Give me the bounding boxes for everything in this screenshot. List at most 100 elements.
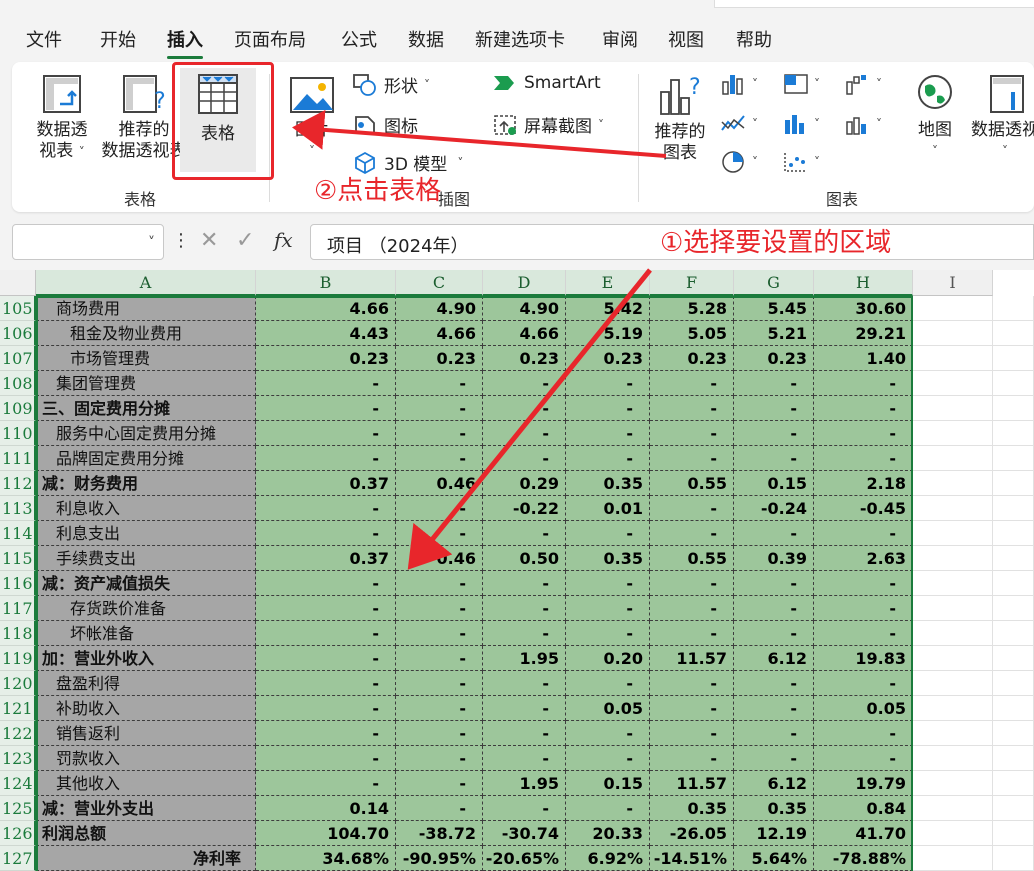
table-cell[interactable]: 1.40 [814,346,913,371]
table-cell[interactable]: - [814,521,913,546]
table-cell-empty[interactable] [913,796,993,821]
table-cell[interactable]: 0.46 [396,546,483,571]
table-cell-empty[interactable] [913,446,993,471]
table-cell[interactable]: - [256,571,396,596]
table-cell[interactable]: - [734,746,814,771]
table-cell-empty[interactable] [993,846,1034,871]
table-cell-empty[interactable] [993,346,1034,371]
table-cell[interactable]: - [566,596,650,621]
table-cell[interactable]: 0.35 [566,546,650,571]
table-cell[interactable]: - [256,646,396,671]
table-row-label[interactable]: 利润总额 [36,821,256,846]
table-cell[interactable]: -38.72 [396,821,483,846]
table-cell[interactable]: 0.05 [814,696,913,721]
table-cell[interactable]: - [650,371,734,396]
table-cell[interactable]: 0.50 [483,546,566,571]
table-cell-empty[interactable] [913,846,993,871]
table-cell[interactable]: - [734,396,814,421]
table-cell[interactable]: - [483,396,566,421]
table-cell[interactable]: 34.68% [256,846,396,871]
table-cell[interactable]: 5.19 [566,321,650,346]
table-row-label[interactable]: 减：资产减值损失 [36,571,256,596]
table-cell[interactable]: 6.12 [734,771,814,796]
table-cell[interactable]: 30.60 [814,296,913,321]
table-cell[interactable]: 0.37 [256,546,396,571]
table-cell[interactable]: - [396,596,483,621]
table-cell[interactable]: - [396,371,483,396]
more-icon[interactable]: ⋮ [172,230,190,251]
column-header-col-b[interactable]: B [256,270,396,296]
table-cell[interactable]: - [734,521,814,546]
table-cell[interactable]: 0.20 [566,646,650,671]
tab-insert[interactable]: 插入 [167,26,203,59]
row-header[interactable]: 115 [0,546,36,571]
table-cell[interactable]: - [566,746,650,771]
table-cell[interactable]: - [483,796,566,821]
table-cell[interactable]: - [396,621,483,646]
row-header[interactable]: 125 [0,796,36,821]
table-cell[interactable]: - [734,446,814,471]
table-row-label[interactable]: 集团管理费 [36,371,256,396]
table-cell-empty[interactable] [913,821,993,846]
table-cell-empty[interactable] [993,646,1034,671]
table-cell-empty[interactable] [913,696,993,721]
table-cell[interactable]: - [650,696,734,721]
tab-formulas[interactable]: 公式 [341,26,377,52]
table-cell[interactable]: 1.95 [483,771,566,796]
row-header[interactable]: 112 [0,471,36,496]
table-cell[interactable]: -90.95% [396,846,483,871]
table-cell[interactable]: - [483,446,566,471]
table-cell[interactable]: 5.05 [650,321,734,346]
table-cell[interactable]: - [734,421,814,446]
table-cell[interactable]: 4.43 [256,321,396,346]
table-cell[interactable]: 0.37 [256,471,396,496]
row-header[interactable]: 113 [0,496,36,521]
table-cell[interactable]: 11.57 [650,771,734,796]
table-row-label[interactable]: 减：营业外支出 [36,796,256,821]
table-cell-empty[interactable] [993,296,1034,321]
table-cell[interactable]: - [734,671,814,696]
row-header[interactable]: 120 [0,671,36,696]
hierarchy-chart-button[interactable]: ˅ [782,72,820,96]
table-cell[interactable]: - [483,521,566,546]
table-cell-empty[interactable] [913,646,993,671]
table-cell[interactable]: 0.05 [566,696,650,721]
table-cell[interactable]: -0.45 [814,496,913,521]
table-cell-empty[interactable] [993,496,1034,521]
table-cell[interactable]: - [650,621,734,646]
pivot-table-button[interactable]: 数据透 视表 ˅ [32,72,92,163]
table-row-label[interactable]: 存货跌价准备 [36,596,256,621]
table-cell[interactable]: 1.95 [483,646,566,671]
table-cell-empty[interactable] [993,421,1034,446]
table-cell[interactable]: - [256,421,396,446]
table-cell[interactable]: - [396,421,483,446]
table-cell[interactable]: 2.18 [814,471,913,496]
table-cell[interactable]: - [256,696,396,721]
table-cell-empty[interactable] [913,671,993,696]
table-row-label[interactable]: 罚款收入 [36,746,256,771]
tab-data[interactable]: 数据 [408,26,444,52]
row-header[interactable]: 114 [0,521,36,546]
table-cell[interactable]: 19.83 [814,646,913,671]
worksheet-grid[interactable]: A B C D E F G H I 105 商场费用 4.66 4.90 4.90 5.42 5.28 5.45… [0,270,1034,871]
table-cell[interactable]: - [396,746,483,771]
column-header-col-f[interactable]: F [650,270,734,296]
table-cell[interactable]: - [483,596,566,621]
column-header-col-a[interactable]: A [36,270,256,296]
table-cell[interactable]: - [650,596,734,621]
table-cell[interactable]: - [256,771,396,796]
table-cell[interactable]: - [256,746,396,771]
table-cell[interactable]: 0.55 [650,471,734,496]
table-cell[interactable]: 0.35 [566,471,650,496]
table-cell-empty[interactable] [993,746,1034,771]
table-cell[interactable]: - [650,721,734,746]
table-row-label[interactable]: 净利率 [36,846,256,871]
table-cell[interactable]: - [566,571,650,596]
table-cell[interactable]: 0.29 [483,471,566,496]
table-cell-empty[interactable] [993,721,1034,746]
table-cell[interactable]: - [256,446,396,471]
table-cell[interactable]: - [814,371,913,396]
table-cell[interactable]: - [814,571,913,596]
table-cell-empty[interactable] [993,471,1034,496]
table-cell[interactable]: - [734,696,814,721]
